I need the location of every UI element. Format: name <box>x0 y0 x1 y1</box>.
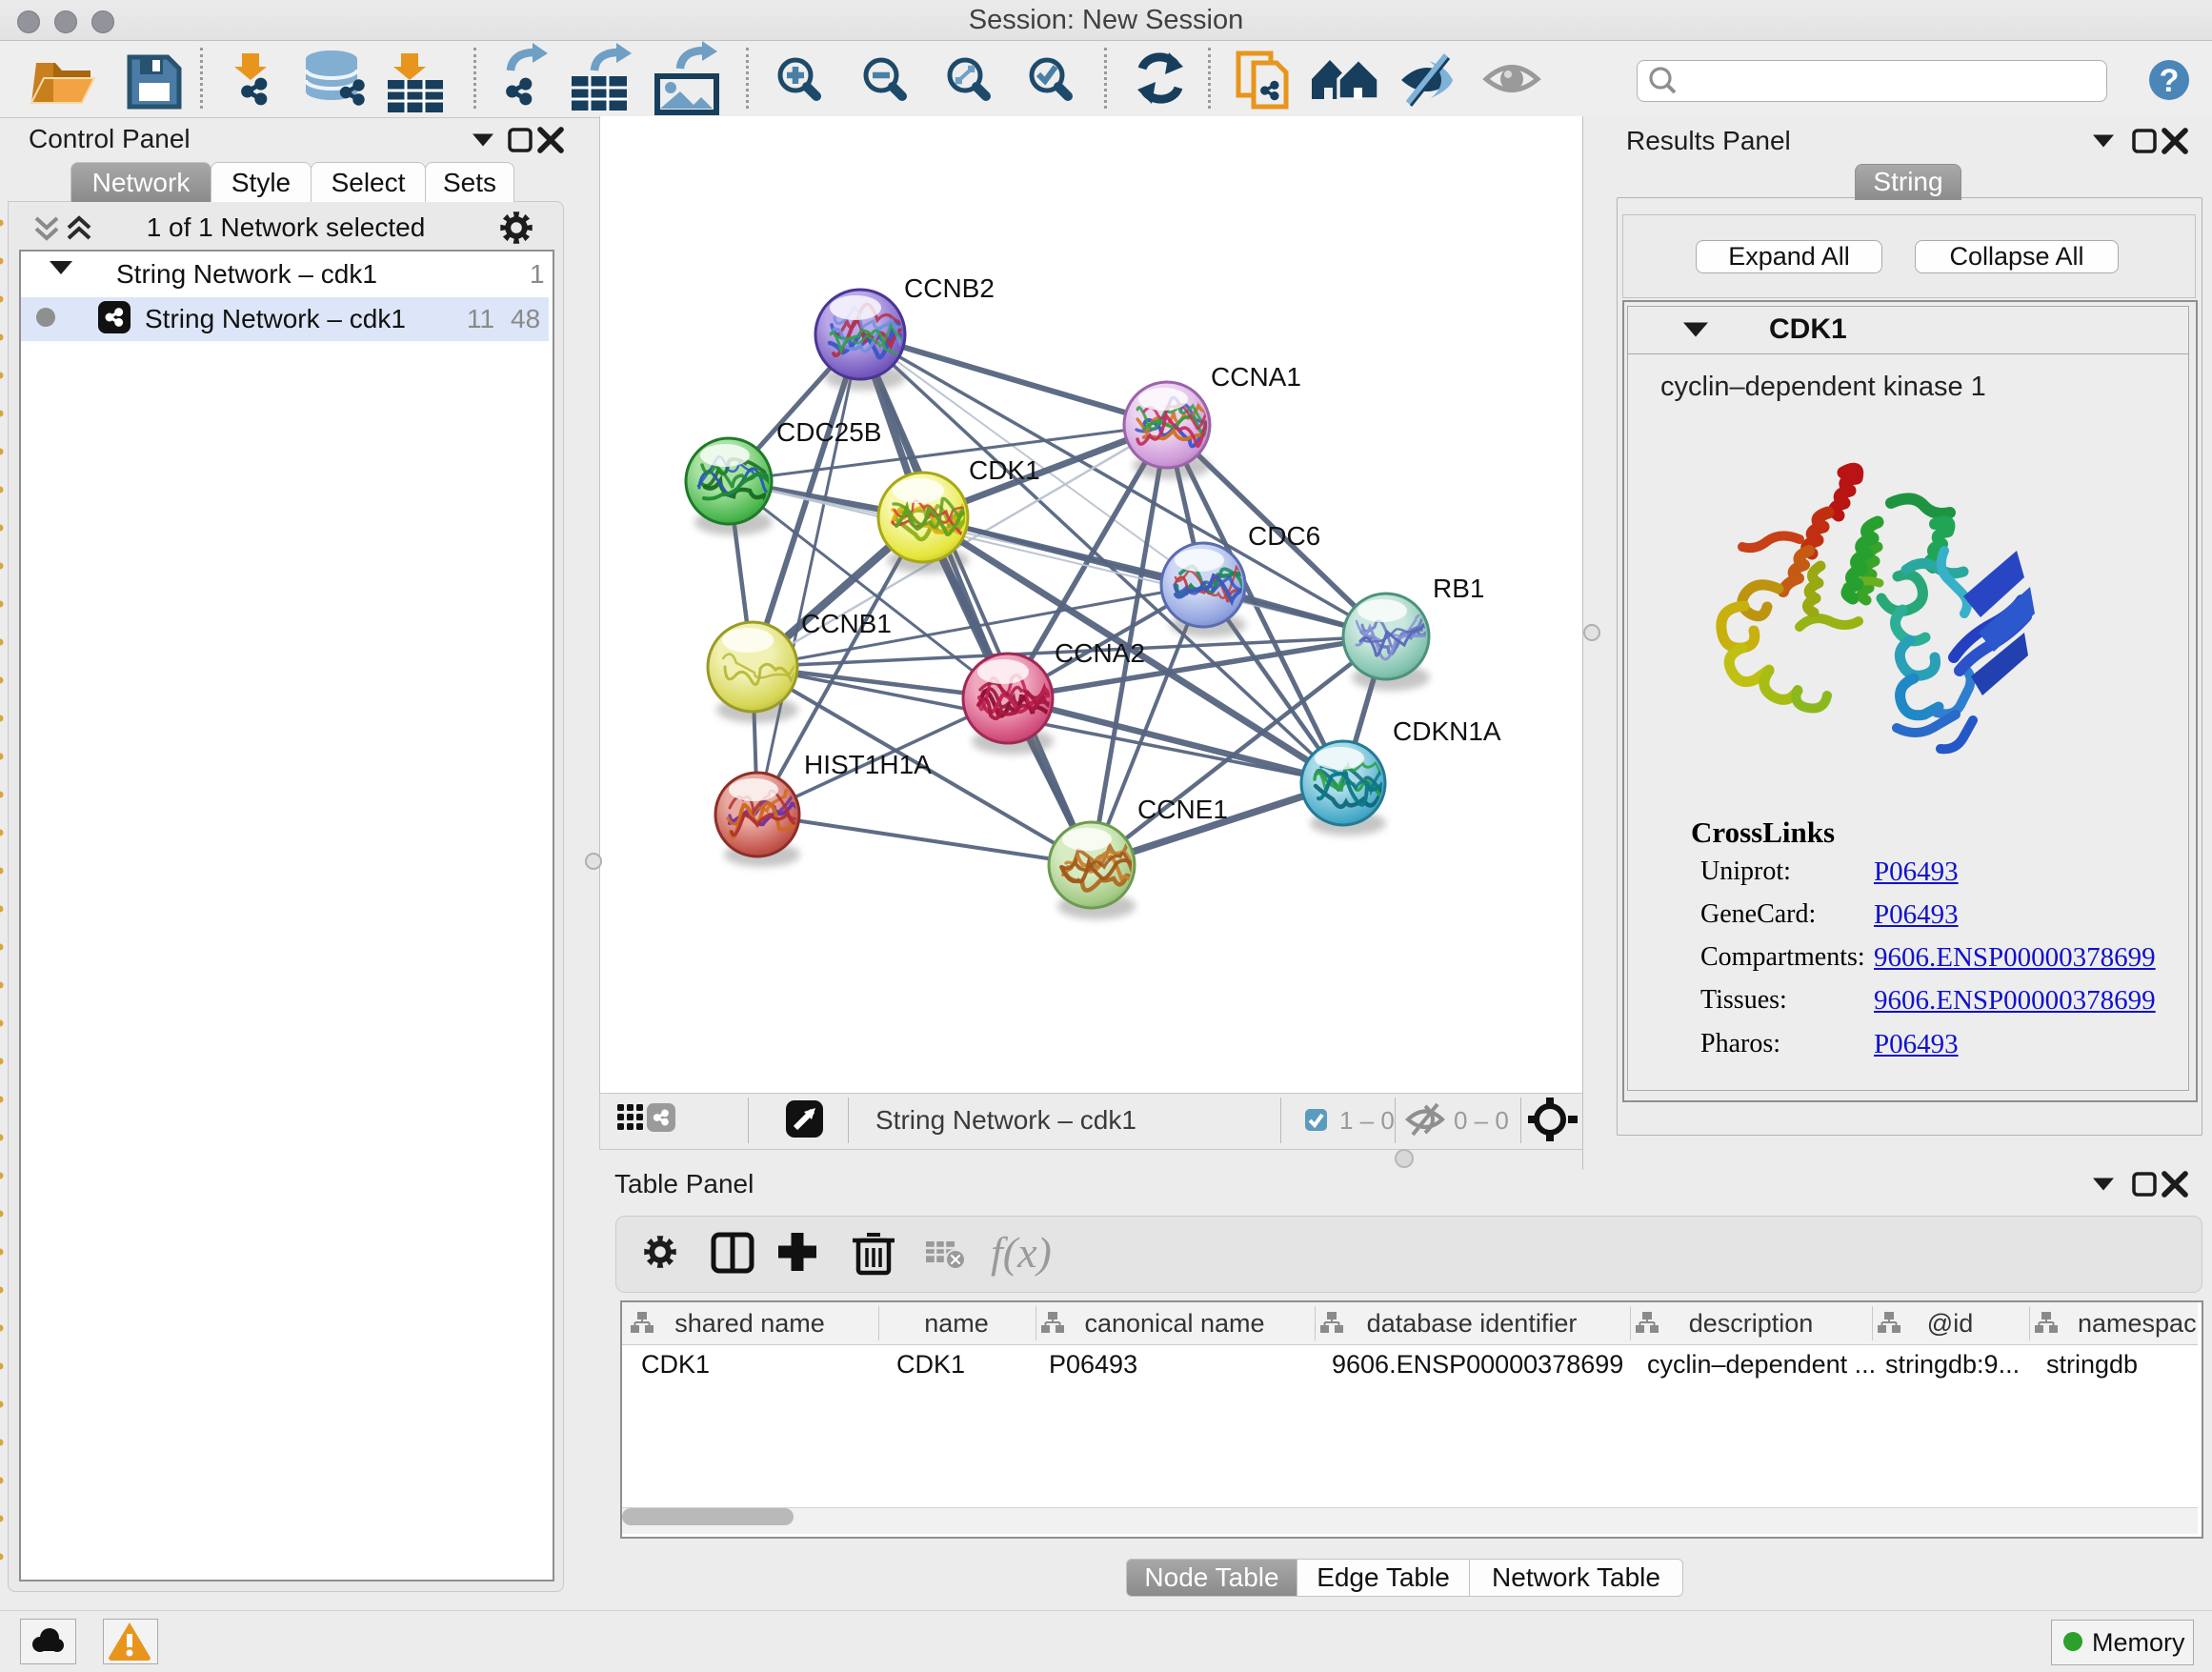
svg-text:CCNB1: CCNB1 <box>801 609 892 638</box>
svg-text:CCNA2: CCNA2 <box>1055 638 1145 668</box>
svg-text:HIST1H1A: HIST1H1A <box>804 750 932 779</box>
svg-text:CCNB2: CCNB2 <box>904 273 995 303</box>
svg-text:CCNA1: CCNA1 <box>1211 362 1301 392</box>
svg-text:CDC25B: CDC25B <box>776 417 881 447</box>
svg-text:RB1: RB1 <box>1433 574 1484 603</box>
svg-text:CDK1: CDK1 <box>969 455 1040 485</box>
svg-text:CCNE1: CCNE1 <box>1137 795 1228 824</box>
svg-text:CDKN1A: CDKN1A <box>1393 716 1501 746</box>
svg-text:CDC6: CDC6 <box>1248 521 1320 551</box>
